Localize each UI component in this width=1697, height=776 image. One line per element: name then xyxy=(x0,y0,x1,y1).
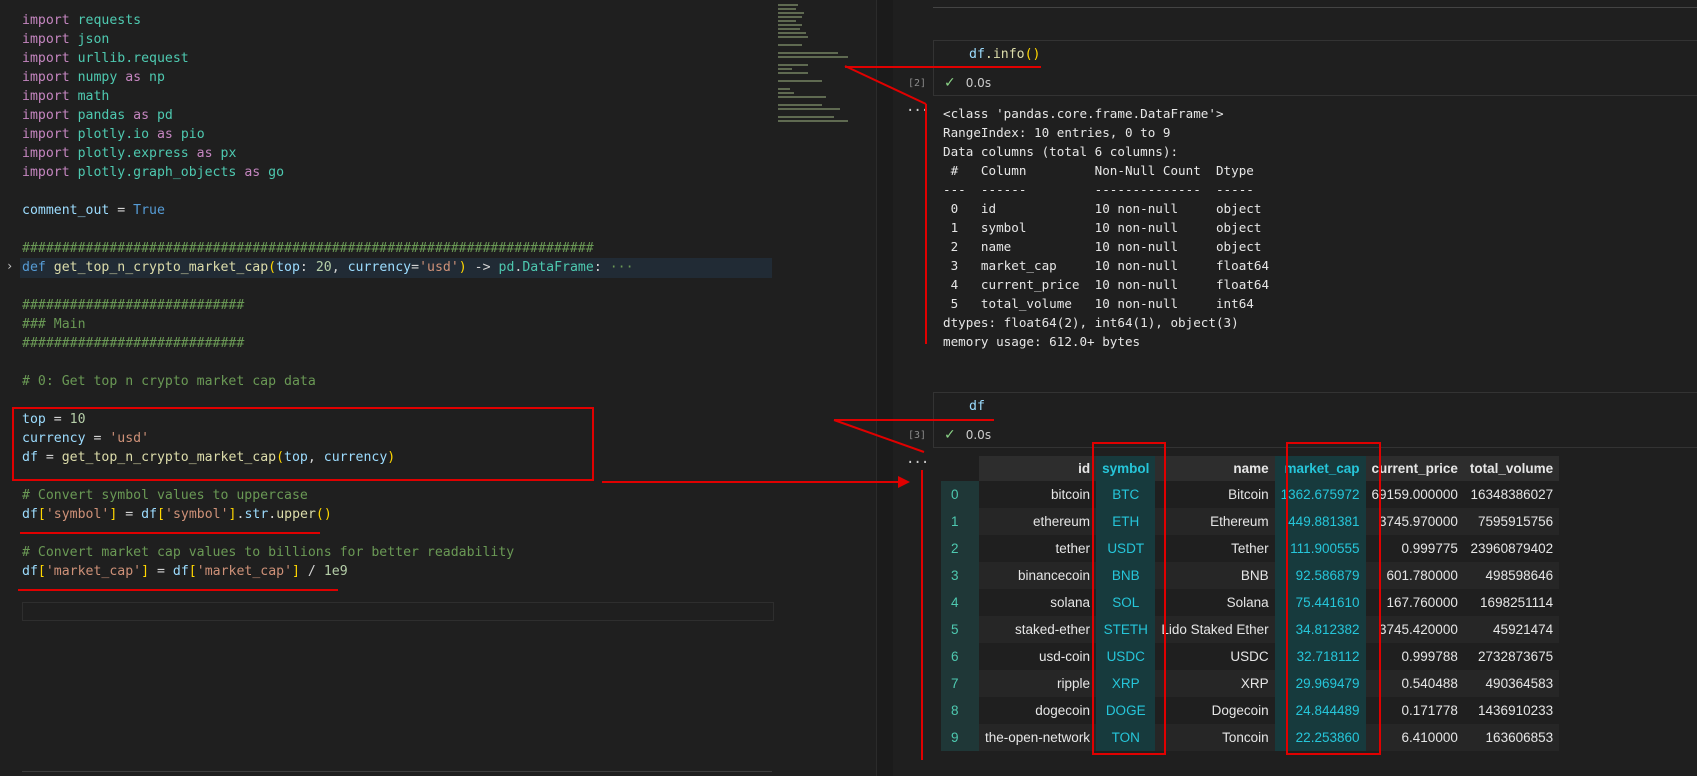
arrow-line-df-bracket xyxy=(833,419,925,453)
arrow-line-info-bracket xyxy=(844,65,927,105)
arrow-head-icon xyxy=(898,476,910,488)
annotation-arrows xyxy=(602,65,927,488)
